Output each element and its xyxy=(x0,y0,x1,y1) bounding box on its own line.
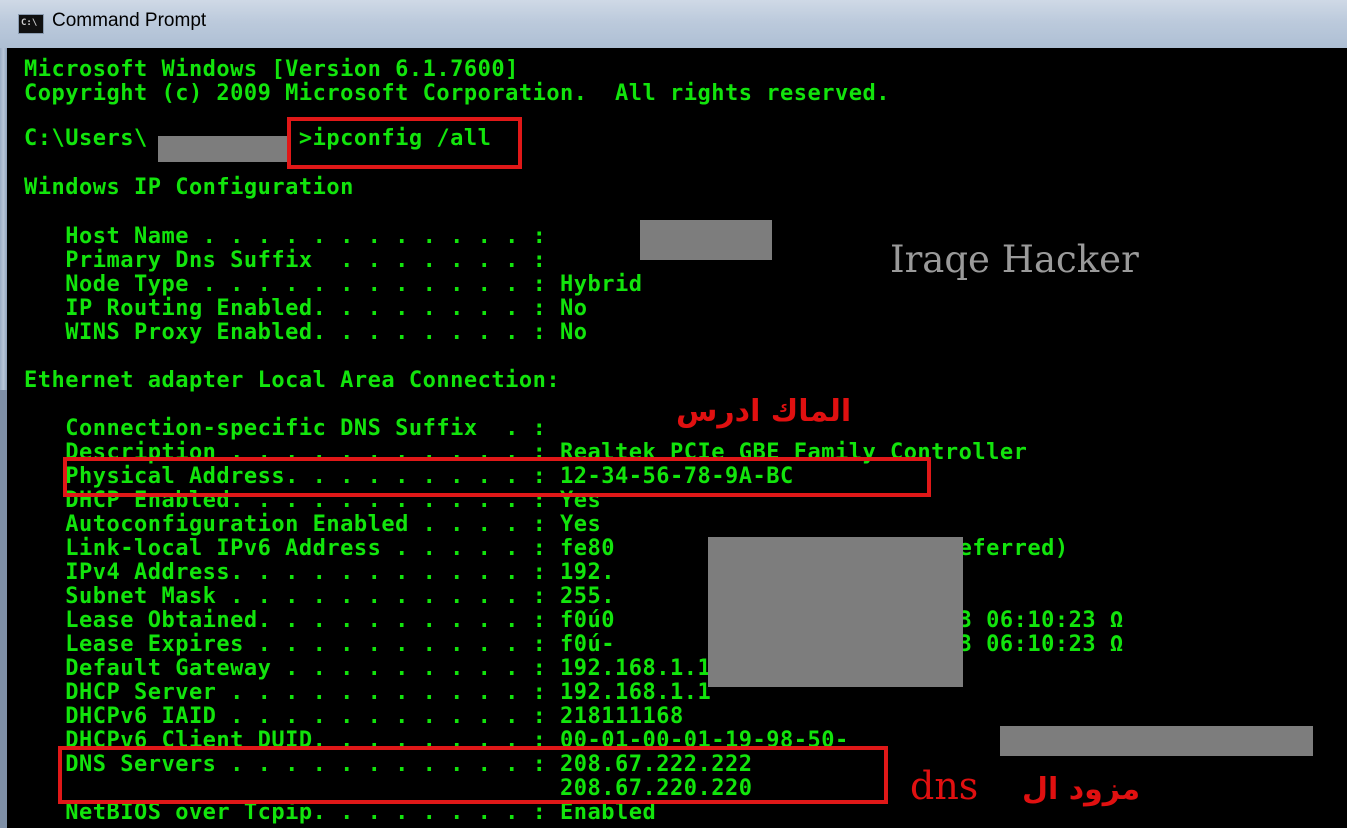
config-node-type: Node Type . . . . . . . . . . . . : Hybr… xyxy=(24,272,643,297)
command-prompt-icon[interactable]: C:\ xyxy=(18,14,44,34)
adapter-autoconfig: Autoconfiguration Enabled . . . . : Yes xyxy=(24,512,602,537)
username-redaction xyxy=(158,136,288,162)
adapter-default-gateway: Default Gateway . . . . . . . . . : 192.… xyxy=(24,656,712,681)
duid-redaction xyxy=(1000,726,1313,756)
adapter-heading: Ethernet adapter Local Area Connection: xyxy=(24,368,561,393)
window-title: Command Prompt xyxy=(52,10,207,31)
adapter-dhcpv6-iaid: DHCPv6 IAID . . . . . . . . . . . : 2181… xyxy=(24,704,684,729)
console-line: Copyright (c) 2009 Microsoft Corporation… xyxy=(24,81,890,106)
console-line: Windows IP Configuration xyxy=(24,175,354,200)
mac-address-annotation: الماك ادرس xyxy=(676,394,852,429)
app-icon-text: C:\ xyxy=(21,18,38,28)
command-highlight-box xyxy=(287,117,522,169)
config-wins-proxy: WINS Proxy Enabled. . . . . . . . : No xyxy=(24,320,588,345)
config-primary-dns-suffix: Primary Dns Suffix . . . . . . . : xyxy=(24,248,547,273)
console-area[interactable]: Microsoft Windows [Version 6.1.7600] Cop… xyxy=(7,48,1347,828)
title-bar[interactable]: C:\ Command Prompt xyxy=(0,0,1347,48)
adapter-dhcp-server: DHCP Server . . . . . . . . . . . : 192.… xyxy=(24,680,712,705)
adapter-dns-suffix: Connection-specific DNS Suffix . : xyxy=(24,416,547,441)
hostname-redaction xyxy=(640,220,772,260)
config-ip-routing: IP Routing Enabled. . . . . . . . : No xyxy=(24,296,588,321)
dns-annotation-arabic: مزود ال xyxy=(1022,772,1141,807)
config-host-name: Host Name . . . . . . . . . . . . : xyxy=(24,224,547,249)
adapter-netbios: NetBIOS over Tcpip. . . . . . . . : Enab… xyxy=(24,800,657,825)
watermark: Iraqe Hacker xyxy=(890,238,1139,281)
dns-servers-highlight-box xyxy=(58,746,888,804)
physical-address-highlight-box xyxy=(63,457,931,497)
scrollbar-edge[interactable] xyxy=(0,390,7,828)
adapter-subnet: Subnet Mask . . . . . . . . . . . : 255. xyxy=(24,584,616,609)
ip-redaction xyxy=(708,537,963,687)
console-line: Microsoft Windows [Version 6.1.7600] xyxy=(24,57,519,82)
dns-annotation-latin: dns xyxy=(910,764,979,808)
